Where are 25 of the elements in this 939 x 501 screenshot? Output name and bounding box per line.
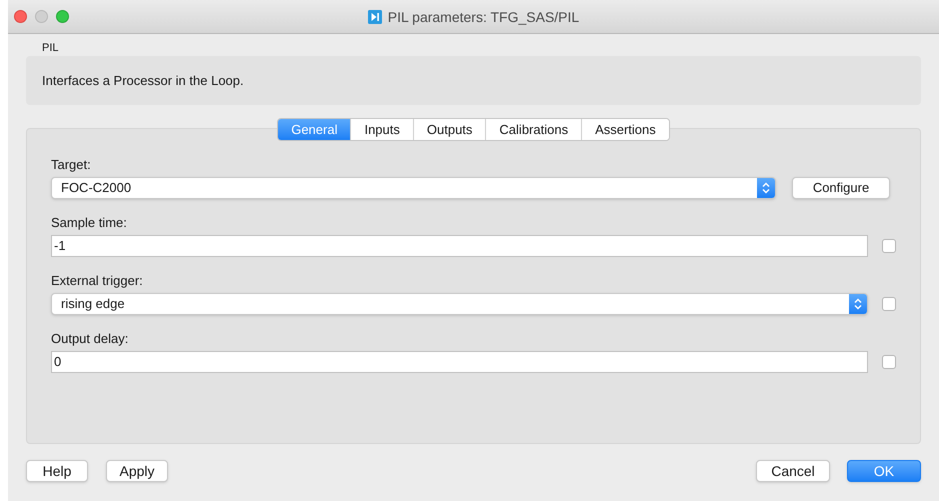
field-label: Output delay: xyxy=(51,331,130,347)
checkbox[interactable] xyxy=(882,239,896,253)
chevron-updown-icon xyxy=(762,182,770,194)
configure-button[interactable]: Configure xyxy=(792,177,890,199)
tab[interactable]: Assertions xyxy=(581,119,669,140)
field-label: Target: xyxy=(51,157,92,173)
field-label: Sample time: xyxy=(51,215,128,231)
chevron-updown-icon xyxy=(854,298,862,310)
dialog-button[interactable]: Cancel xyxy=(756,460,830,482)
input-field[interactable]: -1 xyxy=(51,235,868,257)
dialog-button[interactable]: Apply xyxy=(106,460,168,482)
dropdown[interactable]: FOC-C2000 xyxy=(51,177,776,199)
dialog-button[interactable]: Help xyxy=(26,460,88,482)
dropdown[interactable]: rising edge xyxy=(51,293,868,315)
close-button[interactable] xyxy=(14,10,27,23)
block-name: PIL xyxy=(42,41,60,56)
window-title: PIL parameters: TFG_SAS/PIL xyxy=(388,8,580,27)
field-label: External trigger: xyxy=(51,273,144,289)
zoom-button[interactable] xyxy=(56,10,69,23)
minimize-button[interactable] xyxy=(35,10,48,23)
input-field[interactable]: 0 xyxy=(51,351,868,373)
checkbox[interactable] xyxy=(882,355,896,369)
play-step-icon xyxy=(368,10,382,24)
description-text: Interfaces a Processor in the Loop. xyxy=(42,72,244,90)
checkbox[interactable] xyxy=(882,297,896,311)
